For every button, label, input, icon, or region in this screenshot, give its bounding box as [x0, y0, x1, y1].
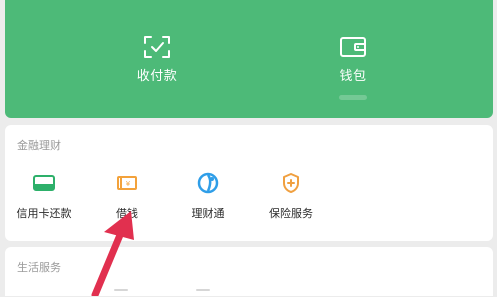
service-label: 信用卡还款 [16, 207, 72, 220]
finance-section: 金融理财 信用卡还款 ¥ 借钱 理财通 保险服务 [5, 125, 493, 241]
payment-label: 收付款 [136, 69, 178, 84]
life-service-icon-peek [196, 289, 210, 291]
service-label: 理财通 [191, 207, 225, 220]
wallet-button[interactable]: 钱包 [308, 35, 398, 100]
wechat-pay-card: 收付款 钱包 [5, 0, 493, 118]
payment-button[interactable]: 收付款 [112, 35, 202, 85]
finance-section-title: 金融理财 [17, 139, 61, 152]
life-service-icon-peek [114, 289, 128, 291]
service-licaitong[interactable]: 理财通 [188, 171, 228, 221]
service-label: 保险服务 [269, 207, 313, 220]
licaitong-icon [196, 171, 220, 195]
wallet-label: 钱包 [339, 69, 367, 84]
service-label: 借钱 [116, 207, 138, 220]
credit-card-icon [32, 171, 56, 195]
insurance-icon [279, 171, 303, 195]
loan-icon: ¥ [115, 171, 139, 195]
service-insurance[interactable]: 保险服务 [267, 171, 315, 221]
wallet-balance-hidden [339, 95, 367, 100]
wallet-icon [339, 35, 367, 59]
scan-pay-icon [143, 35, 171, 59]
svg-text:¥: ¥ [126, 180, 131, 188]
service-credit-card-repayment[interactable]: 信用卡还款 [15, 171, 73, 221]
service-loan[interactable]: ¥ 借钱 [105, 171, 149, 221]
life-section-title: 生活服务 [17, 261, 61, 274]
